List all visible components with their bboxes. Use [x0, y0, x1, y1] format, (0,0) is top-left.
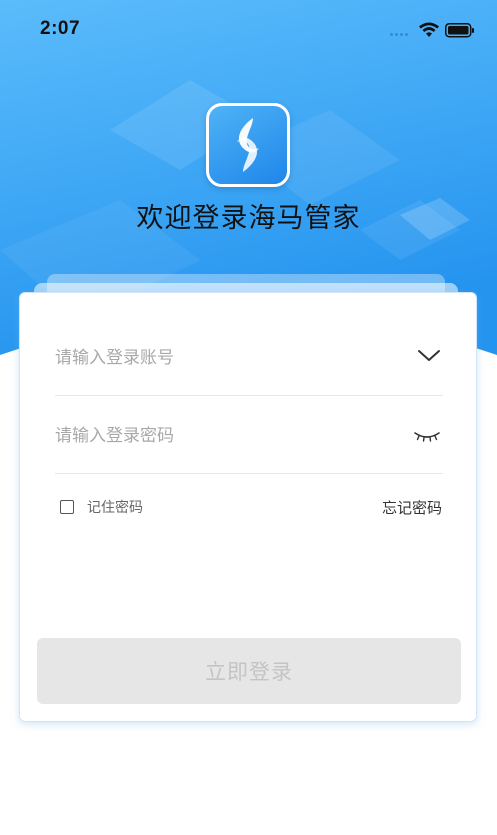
account-input[interactable]: [55, 343, 395, 373]
wifi-icon: [419, 22, 439, 37]
status-bar: 2:07: [0, 0, 497, 60]
forgot-password-link[interactable]: 忘记密码: [382, 497, 442, 518]
eye-closed-icon[interactable]: [413, 430, 441, 442]
battery-icon: [445, 23, 474, 38]
remember-password-label: 记住密码: [87, 500, 143, 516]
remember-password-toggle[interactable]: 记住密码: [60, 497, 143, 517]
app-logo-icon: [237, 118, 259, 172]
login-card: 记住密码 忘记密码 立即登录: [19, 292, 477, 722]
page-title: 欢迎登录海马管家: [136, 203, 361, 234]
status-time: 2:07: [40, 18, 81, 39]
app-logo: [206, 103, 290, 187]
password-field: [55, 395, 443, 474]
cellular-signal-icon: [390, 33, 412, 37]
login-button[interactable]: 立即登录: [37, 638, 461, 704]
checkbox-icon[interactable]: [60, 500, 74, 514]
account-field: [55, 317, 443, 396]
password-input[interactable]: [55, 421, 395, 451]
chevron-down-icon[interactable]: [417, 349, 441, 363]
